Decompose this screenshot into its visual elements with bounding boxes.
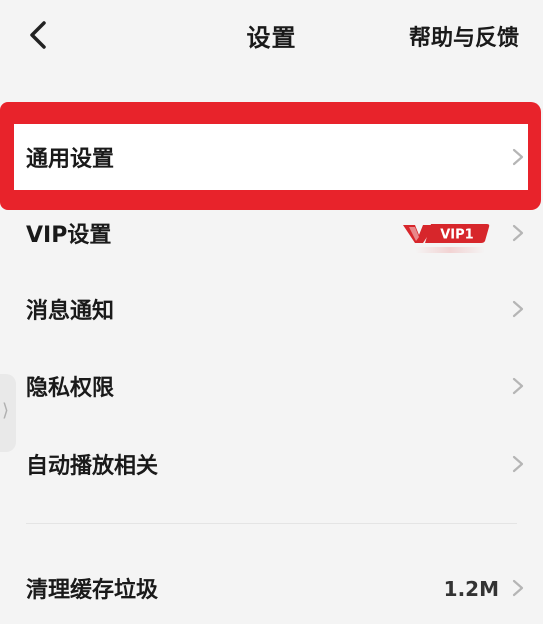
chevron-right-icon [512,148,524,166]
settings-row-label: 通用设置 [26,147,115,172]
settings-row-general[interactable]: 通用设置 [0,121,543,193]
vip-badge-text: VIP1 [440,228,473,243]
settings-row-notifications[interactable]: 消息通知 [0,273,543,345]
side-handle-icon: ⟩ [2,400,10,421]
cache-size-value: 1.2M [443,577,499,601]
chevron-right-icon [512,377,524,395]
side-drawer-handle[interactable]: ⟩ [0,374,16,452]
vip-badge-shadow [415,247,485,253]
vip-badge-icon: VIP1 [403,224,490,243]
settings-row-label: 自动播放相关 [26,454,159,479]
help-feedback-link[interactable]: 帮助与反馈 [409,20,519,52]
chevron-right-icon [512,300,524,318]
chevron-right-icon [512,455,524,473]
settings-row-privacy[interactable]: 隐私权限 [0,350,543,422]
section-divider [26,523,517,524]
header-bar: 设置 帮助与反馈 [0,0,543,80]
settings-row-label: 清理缓存垃圾 [26,578,159,603]
settings-row-label: 消息通知 [26,299,115,324]
chevron-right-icon [512,224,524,242]
settings-row-label: 隐私权限 [26,376,115,401]
chevron-right-icon [512,579,524,597]
settings-row-autoplay[interactable]: 自动播放相关 [0,428,543,500]
settings-row-label: VIP设置 [26,223,112,248]
